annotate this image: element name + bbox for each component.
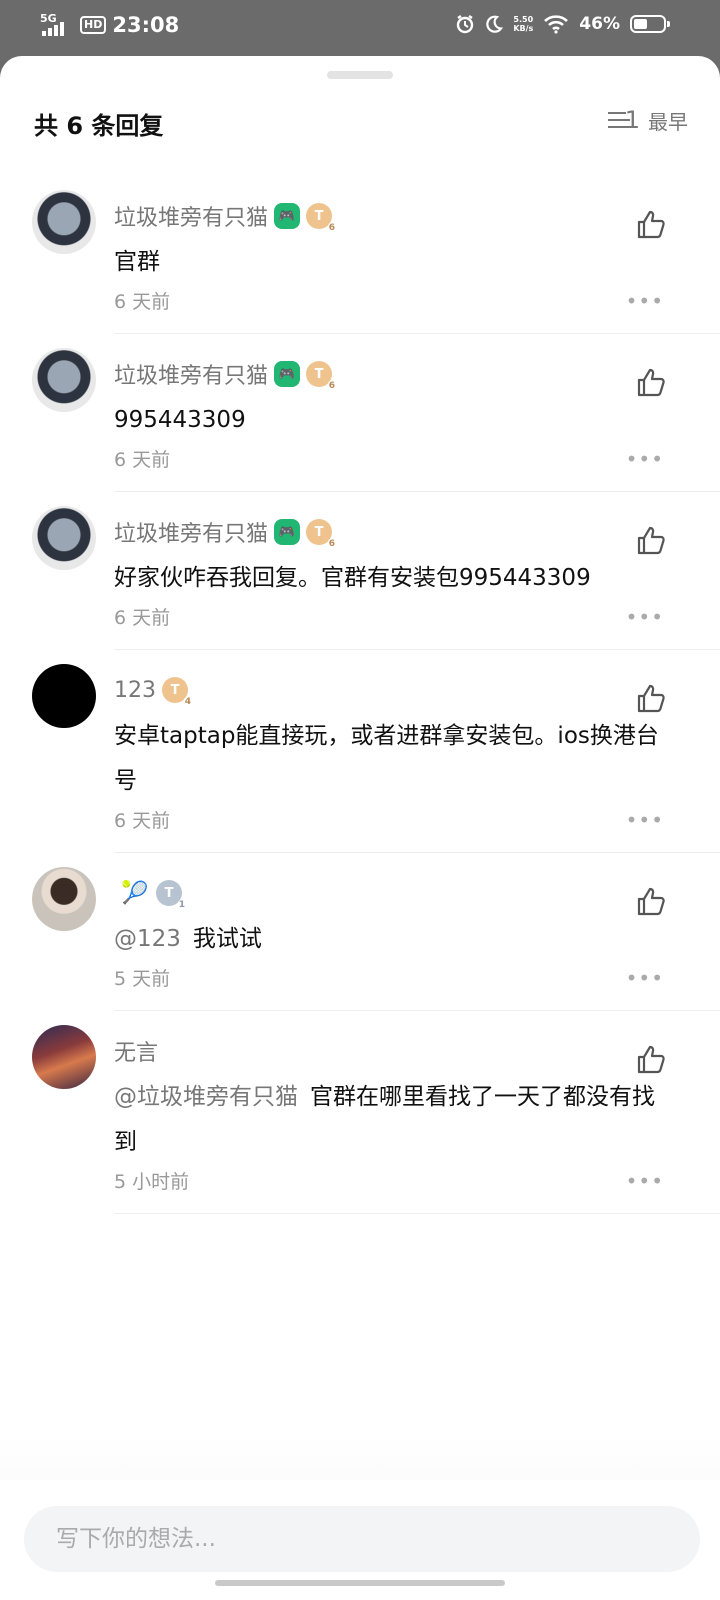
comment-time: 5 天前 <box>114 968 171 990</box>
comment-body: 好家伙咋吞我回复。官群有安装包995443309 <box>114 565 591 591</box>
signal-icon: 5G <box>40 12 74 38</box>
mention-link[interactable]: @垃圾堆旁有只猫 <box>114 1084 298 1110</box>
net-speed-value: 5.50 <box>513 15 534 24</box>
comment-item: 垃圾堆旁有只猫 🎮 T6 好家伙咋吞我回复。官群有安装包995443309 6 … <box>0 492 720 650</box>
more-icon[interactable]: ••• <box>626 1169 664 1193</box>
more-icon[interactable]: ••• <box>626 808 664 832</box>
home-indicator[interactable] <box>215 1580 505 1586</box>
level-number: 1 <box>177 900 186 910</box>
comment-item: 123 T4 安卓taptap能直接玩，或者进群拿安装包。ios换港台号 6 天… <box>0 650 720 853</box>
replies-count-title: 共 6 条回复 <box>34 112 164 140</box>
comment-text: @垃圾堆旁有只猫 官群在哪里看找了一天了都没有找到 <box>114 1075 664 1165</box>
moon-icon <box>486 15 504 33</box>
sort-label: 最早 <box>648 110 688 134</box>
like-icon[interactable] <box>634 885 668 919</box>
like-icon[interactable] <box>634 208 668 242</box>
status-right: 5.50 KB/s 46% <box>455 14 670 34</box>
level-badge-letter: T <box>314 208 324 224</box>
level-badge-icon: T1 <box>156 880 186 910</box>
avatar[interactable] <box>32 506 96 570</box>
comment-text: 995443309 <box>114 398 664 443</box>
comment-text: 安卓taptap能直接玩，或者进群拿安装包。ios换港台号 <box>114 714 664 804</box>
level-number: 6 <box>327 539 337 549</box>
net-speed-unit: KB/s <box>513 24 534 33</box>
hd-icon: HD <box>80 16 107 34</box>
level-badge-letter: T <box>314 366 324 382</box>
battery-level <box>634 19 647 29</box>
level-badge-icon: T6 <box>306 361 337 391</box>
like-icon[interactable] <box>634 1043 668 1077</box>
comment-time: 6 天前 <box>114 291 171 313</box>
battery-percent: 46% <box>579 14 620 34</box>
status-left: 5G HD 23:08 <box>40 12 179 38</box>
username[interactable]: 垃圾堆旁有只猫 <box>114 200 268 232</box>
more-icon[interactable]: ••• <box>626 966 664 990</box>
divider <box>114 1213 720 1214</box>
level-badge-letter: T <box>170 682 180 698</box>
comment-time: 5 小时前 <box>114 1171 190 1193</box>
comment-list: 垃圾堆旁有只猫 🎮 T6 官群 6 天前 ••• 垃圾堆旁有只猫 🎮 T 6 9… <box>0 176 720 1214</box>
battery-icon <box>630 15 670 33</box>
username[interactable]: 垃圾堆旁有只猫 <box>114 516 268 548</box>
drag-handle[interactable] <box>327 71 393 79</box>
level-badge-icon: T4 <box>162 677 192 707</box>
avatar[interactable] <box>32 190 96 254</box>
tennis-racket-icon: 🎾 <box>121 880 149 906</box>
mention-link[interactable]: @123 <box>114 926 181 952</box>
level-badge-letter: T <box>314 524 324 540</box>
reply-footer <box>0 1480 720 1600</box>
username[interactable]: 123 <box>114 678 156 703</box>
level-badge-icon: T6 <box>306 519 337 549</box>
comment-text: 官群 <box>114 240 664 285</box>
level-number: 4 <box>183 697 192 707</box>
avatar[interactable] <box>32 1025 96 1089</box>
avatar[interactable] <box>32 867 96 931</box>
username[interactable]: 垃圾堆旁有只猫 <box>114 358 268 390</box>
controller-badge-icon: 🎮 <box>274 203 301 229</box>
controller-badge-icon: 🎮 <box>274 519 301 545</box>
comment-body: 安卓taptap能直接玩，或者进群拿安装包。ios换港台号 <box>114 723 659 794</box>
wifi-icon <box>544 15 569 34</box>
comment-text: @123 我试试 <box>114 917 664 962</box>
more-icon[interactable]: ••• <box>626 447 664 471</box>
controller-badge-icon: 🎮 <box>274 361 301 387</box>
replies-sheet: 共 6 条回复 1 最早 垃圾堆旁有只猫 🎮 T6 官群 6 天前 ••• 垃圾… <box>0 56 720 1600</box>
comment-item: 垃圾堆旁有只猫 🎮 T6 官群 6 天前 ••• <box>0 176 720 334</box>
level-badge-icon: T6 <box>306 203 337 233</box>
status-bar: 5G HD 23:08 5.50 KB/s 46% <box>0 0 720 56</box>
net-speed: 5.50 KB/s <box>513 15 533 33</box>
comment-time: 6 天前 <box>114 449 171 471</box>
sort-list-icon: 1 <box>608 105 640 134</box>
username[interactable]: 无言 <box>114 1035 158 1067</box>
more-icon[interactable]: ••• <box>626 605 664 629</box>
comment-body: 995443309 <box>114 407 246 433</box>
comment-item: 🎾 T1 @123 我试试 5 天前 ••• <box>0 853 720 1011</box>
status-time: 23:08 <box>112 13 180 37</box>
avatar[interactable] <box>32 664 96 728</box>
level-number: 6 <box>327 223 337 233</box>
level-badge-letter: T <box>164 885 174 901</box>
like-icon[interactable] <box>634 366 668 400</box>
sort-button[interactable]: 1 最早 <box>608 106 688 135</box>
like-icon[interactable] <box>634 524 668 558</box>
avatar[interactable] <box>32 348 96 412</box>
more-icon[interactable]: ••• <box>626 289 664 313</box>
comment-text: 好家伙咋吞我回复。官群有安装包995443309 <box>114 556 664 601</box>
alarm-icon <box>457 15 474 34</box>
comment-time: 6 天前 <box>114 810 171 832</box>
comment-body: 官群 <box>114 249 160 275</box>
sort-icon-number: 1 <box>624 105 640 134</box>
like-icon[interactable] <box>634 682 668 716</box>
reply-input[interactable] <box>24 1506 700 1572</box>
comment-time: 6 天前 <box>114 607 171 629</box>
comment-body: 我试试 <box>192 926 262 952</box>
comment-item: 无言 @垃圾堆旁有只猫 官群在哪里看找了一天了都没有找到 5 小时前 ••• <box>0 1011 720 1214</box>
comment-item: 垃圾堆旁有只猫 🎮 T6 995443309 6 天前 ••• <box>0 334 720 492</box>
level-number: 6 <box>327 381 337 391</box>
